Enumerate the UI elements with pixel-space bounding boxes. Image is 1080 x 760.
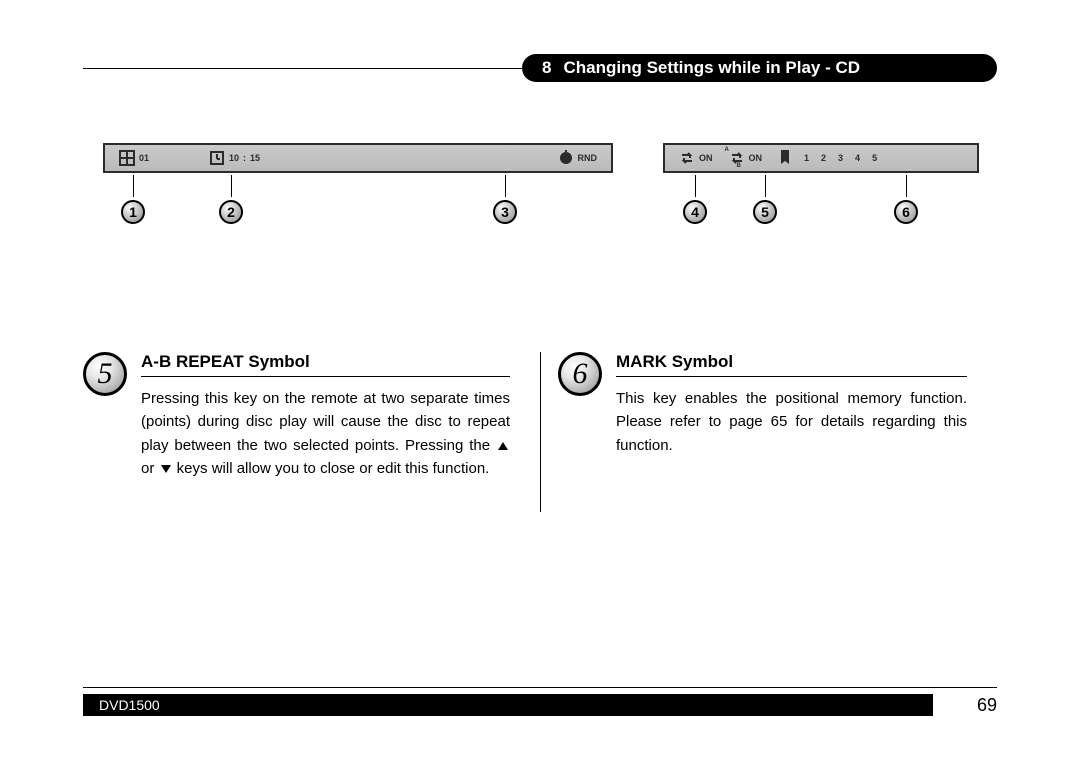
osd-mark-4: 4 bbox=[855, 153, 860, 163]
osd-time-sec: 15 bbox=[250, 153, 260, 163]
mode-icon bbox=[558, 150, 574, 166]
section-6-title: MARK Symbol bbox=[616, 352, 967, 377]
chapter-title: Changing Settings while in Play - CD bbox=[563, 58, 860, 78]
callout-badge-1: 1 bbox=[121, 200, 145, 224]
callout-tick-4 bbox=[695, 175, 696, 197]
osd-ab-a: A bbox=[725, 147, 729, 153]
callout-badge-5: 5 bbox=[753, 200, 777, 224]
section-5-title: A-B REPEAT Symbol bbox=[141, 352, 510, 377]
section-5: 5 A-B REPEAT Symbol Pressing this key on… bbox=[83, 352, 540, 480]
section-number-6: 6 bbox=[558, 352, 602, 396]
osd-track: 01 bbox=[139, 153, 149, 163]
osd-repeat-label: ON bbox=[699, 153, 713, 163]
column-separator bbox=[540, 352, 541, 512]
osd-time-min: 10 bbox=[229, 153, 239, 163]
callout-badge-4: 4 bbox=[683, 200, 707, 224]
callout-tick-5 bbox=[765, 175, 766, 197]
callout-tick-6 bbox=[906, 175, 907, 197]
osd-time-sep: : bbox=[243, 153, 246, 163]
footer-model: DVD1500 bbox=[99, 697, 160, 713]
section-6: 6 MARK Symbol This key enables the posit… bbox=[540, 352, 997, 480]
section-5-text: Pressing this key on the remote at two s… bbox=[141, 387, 510, 480]
osd-mode: RND bbox=[578, 153, 598, 163]
osd-mark-1: 1 bbox=[804, 153, 809, 163]
callout-tick-1 bbox=[133, 175, 134, 197]
up-key-icon bbox=[498, 442, 508, 450]
section-number-5: 5 bbox=[83, 352, 127, 396]
footer-bar: DVD1500 bbox=[83, 694, 933, 716]
callout-tick-3 bbox=[505, 175, 506, 197]
footer-rule bbox=[83, 687, 997, 688]
osd-mark-3: 3 bbox=[838, 153, 843, 163]
osd-ab-b: B bbox=[737, 163, 741, 169]
callout-tick-2 bbox=[231, 175, 232, 197]
page-number: 69 bbox=[977, 695, 997, 716]
osd-panel-left: 01 10 : 15 RND bbox=[103, 143, 613, 173]
repeat-icon bbox=[679, 150, 695, 166]
chapter-header: 8 Changing Settings while in Play - CD bbox=[522, 54, 997, 82]
osd-mark-2: 2 bbox=[821, 153, 826, 163]
callout-badge-3: 3 bbox=[493, 200, 517, 224]
clock-icon bbox=[209, 150, 225, 166]
callout-badge-2: 2 bbox=[219, 200, 243, 224]
section-6-text: This key enables the positional memory f… bbox=[616, 387, 967, 457]
osd-panel-right: ON A B ON 1 2 3 4 5 bbox=[663, 143, 979, 173]
osd-ab-label: ON bbox=[749, 153, 763, 163]
down-key-icon bbox=[161, 465, 171, 473]
bookmark-icon bbox=[778, 150, 792, 166]
chapter-number: 8 bbox=[542, 58, 551, 78]
callout-badge-6: 6 bbox=[894, 200, 918, 224]
osd-mark-5: 5 bbox=[872, 153, 877, 163]
grid-icon bbox=[119, 150, 135, 166]
